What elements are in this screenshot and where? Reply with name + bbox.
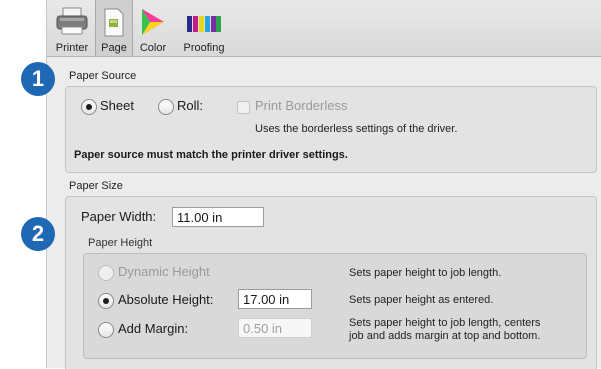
dynamic-height-label: Dynamic Height	[118, 264, 210, 279]
toolbar-item-page[interactable]: Page	[95, 0, 133, 56]
absolute-height-desc: Sets paper height as entered.	[349, 294, 494, 306]
color-icon	[142, 9, 164, 35]
toolbar-label-printer: Printer	[55, 42, 89, 54]
sheet-radio[interactable]	[81, 99, 97, 115]
printer-icon	[56, 7, 88, 35]
paper-height-title: Paper Height	[88, 237, 153, 249]
print-borderless-checkbox[interactable]	[237, 101, 250, 114]
callout-badge-1: 1	[21, 62, 55, 96]
dynamic-height-desc: Sets paper height to job length.	[349, 267, 502, 279]
absolute-height-field[interactable]: 17.00 in	[238, 289, 312, 309]
add-margin-desc-line1: Sets paper height to job length, centers	[349, 317, 541, 329]
paper-size-title: Paper Size	[69, 180, 123, 192]
add-margin-radio[interactable]	[98, 322, 114, 338]
paper-source-warning: Paper source must match the printer driv…	[74, 149, 348, 161]
callout-badge-2: 2	[21, 217, 55, 251]
toolbar-item-printer[interactable]: Printer	[51, 0, 93, 56]
add-margin-field[interactable]: 0.50 in	[238, 318, 312, 338]
add-margin-desc-line2: job and adds margin at top and bottom.	[349, 330, 541, 342]
absolute-height-radio[interactable]	[98, 293, 114, 309]
paper-width-label: Paper Width:	[81, 209, 157, 224]
absolute-height-label: Absolute Height:	[118, 292, 214, 307]
roll-label: Roll:	[177, 98, 204, 113]
paper-height-group: Dynamic Height Sets paper height to job …	[83, 253, 587, 359]
sheet-label: Sheet	[100, 98, 134, 113]
toolbar-item-proofing[interactable]: Proofing	[175, 0, 233, 56]
paper-source-title: Paper Source	[69, 70, 137, 82]
dynamic-height-radio[interactable]	[98, 265, 114, 281]
paper-size-group: Paper Width: 11.00 in Paper Height Dynam…	[65, 196, 597, 369]
toolbar: Printer Page Color Proofing	[47, 0, 601, 57]
print-borderless-label: Print Borderless	[255, 98, 348, 113]
roll-radio[interactable]	[158, 99, 174, 115]
toolbar-label-page: Page	[101, 42, 127, 54]
toolbar-item-color[interactable]: Color	[133, 0, 173, 56]
toolbar-label-color: Color	[139, 42, 167, 54]
borderless-note: Uses the borderless settings of the driv…	[255, 123, 458, 135]
proofing-icon	[187, 16, 221, 32]
paper-source-group: Sheet Roll: Print Borderless Uses the bo…	[65, 86, 597, 173]
page-icon	[104, 8, 124, 37]
add-margin-label: Add Margin:	[118, 321, 189, 336]
page-settings-window: Printer Page Color Proofing Paper Source…	[46, 0, 601, 369]
toolbar-label-proofing: Proofing	[183, 42, 225, 54]
paper-width-field[interactable]: 11.00 in	[172, 207, 264, 227]
